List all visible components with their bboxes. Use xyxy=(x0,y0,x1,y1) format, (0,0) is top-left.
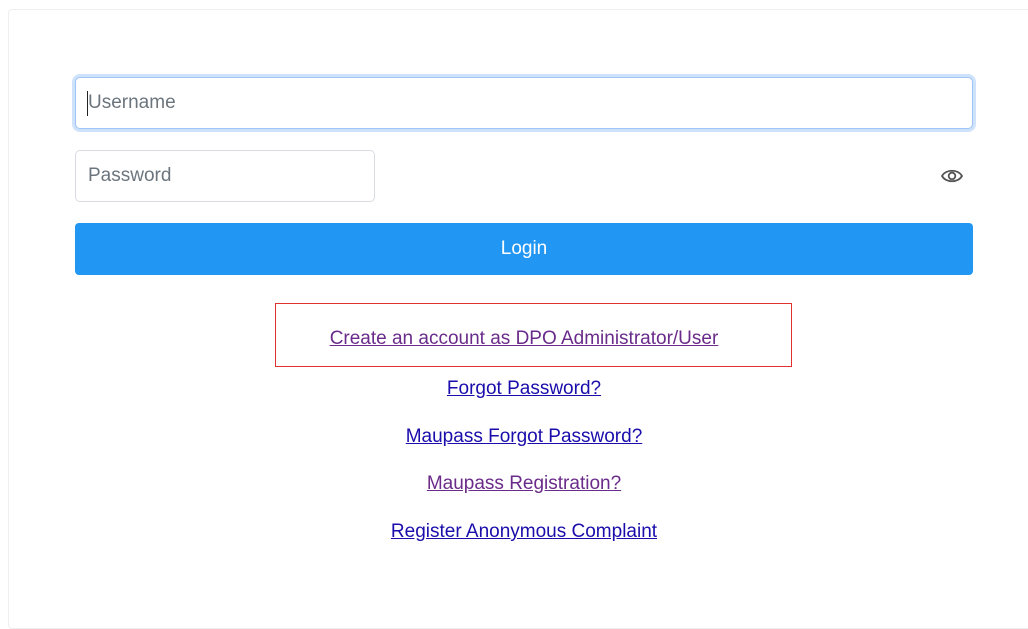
maupass-registration-link[interactable]: Maupass Registration? xyxy=(427,473,621,494)
maupass-registration-link-row: Maupass Registration? xyxy=(0,472,1028,496)
register-anonymous-complaint-link[interactable]: Register Anonymous Complaint xyxy=(391,521,657,542)
forgot-password-link-row: Forgot Password? xyxy=(0,377,1028,401)
create-account-link-row: Create an account as DPO Administrator/U… xyxy=(0,327,1028,351)
login-button[interactable]: Login xyxy=(75,223,973,275)
text-caret xyxy=(87,91,88,116)
register-anonymous-link-row: Register Anonymous Complaint xyxy=(0,520,1028,544)
forgot-password-link[interactable]: Forgot Password? xyxy=(447,378,601,399)
maupass-forgot-password-link[interactable]: Maupass Forgot Password? xyxy=(406,426,643,447)
eye-icon[interactable] xyxy=(940,165,964,187)
password-input[interactable] xyxy=(75,150,375,202)
maupass-forgot-password-link-row: Maupass Forgot Password? xyxy=(0,425,1028,449)
create-account-link[interactable]: Create an account as DPO Administrator/U… xyxy=(330,328,719,349)
username-input[interactable] xyxy=(75,77,973,129)
